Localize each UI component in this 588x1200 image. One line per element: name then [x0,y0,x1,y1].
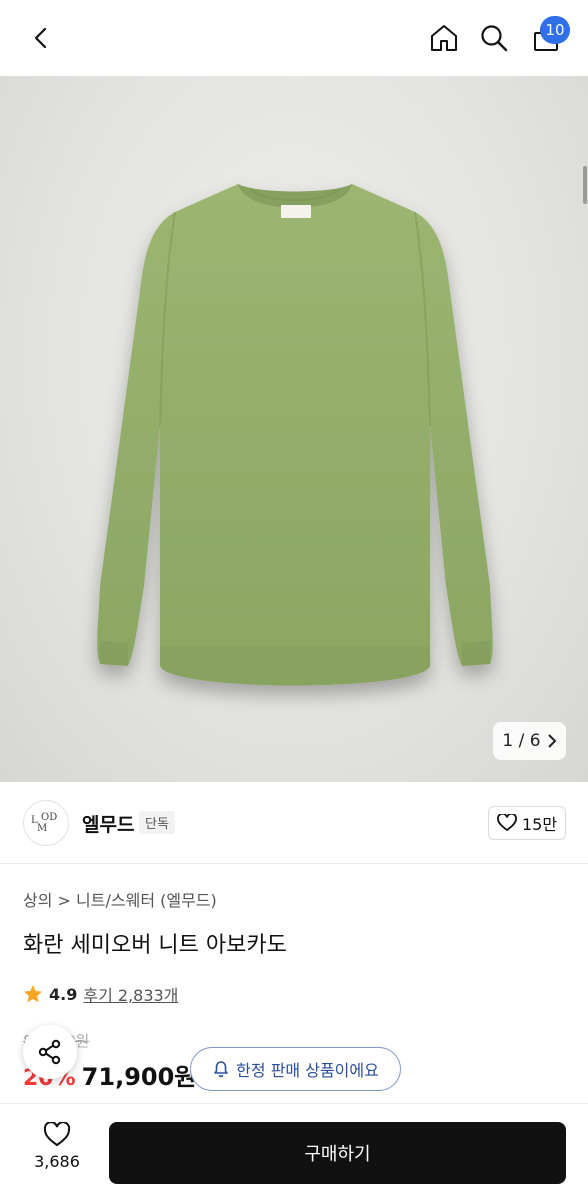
sale-price: 71,900원 [81,1063,197,1091]
image-pager[interactable]: 1 / 6 [493,722,566,760]
svg-text:M: M [37,823,47,834]
wishlist-button[interactable]: 3,686 [22,1122,92,1182]
svg-text:OD: OD [41,812,57,823]
share-button[interactable] [23,1025,77,1079]
cart-count-badge: 10 [540,16,570,44]
scrollbar[interactable] [583,166,587,204]
product-title: 화란 세미오버 니트 아보카도 [23,933,287,958]
bottom-action-bar: 3,686 구매하기 [0,1103,588,1200]
exclusive-badge: 단독 [139,811,175,834]
image-pager-text: 1 / 6 [502,731,541,751]
brand-name[interactable]: 엘무드 [82,810,134,837]
back-arrow-icon[interactable] [22,18,62,58]
breadcrumb: 상의 > 니트/스웨터 (엘무드) [23,887,217,911]
brand-logo-mark: L OD M [31,812,57,834]
limited-sale-text: 한정 판매 상품이에요 [236,1061,379,1080]
home-icon[interactable] [424,18,464,58]
brand-like-button[interactable]: 15만 [488,806,566,840]
search-icon[interactable] [474,18,514,58]
rating-score: 4.9 [49,984,78,1004]
buy-button[interactable]: 구매하기 [109,1122,566,1184]
share-icon [38,1039,61,1065]
star-icon [24,985,42,1003]
bell-icon [214,1061,228,1078]
rating-row: 4.9 후기 2,833개 [23,982,178,1006]
product-image-gallery[interactable] [0,76,588,782]
top-nav-bar: 10 [0,0,588,76]
limited-sale-badge[interactable]: 한정 판매 상품이에요 [190,1047,401,1091]
heart-icon [497,814,517,832]
review-count-link[interactable]: 후기 2,833개 [83,982,178,1006]
chevron-right-icon [547,734,556,748]
brand-row: L OD M 엘무드 단독 15만 [0,782,588,864]
breadcrumb-item-category[interactable]: 상의 [23,891,52,910]
sweater-image [97,184,493,686]
breadcrumb-item-subcategory[interactable]: 니트/스웨터 (엘무드) [76,891,217,910]
wishlist-count: 3,686 [34,1152,80,1171]
brand-logo[interactable]: L OD M [23,800,69,846]
brand-like-count: 15만 [521,815,558,834]
chevron-right-icon: > [57,891,77,910]
heart-icon [43,1122,71,1147]
